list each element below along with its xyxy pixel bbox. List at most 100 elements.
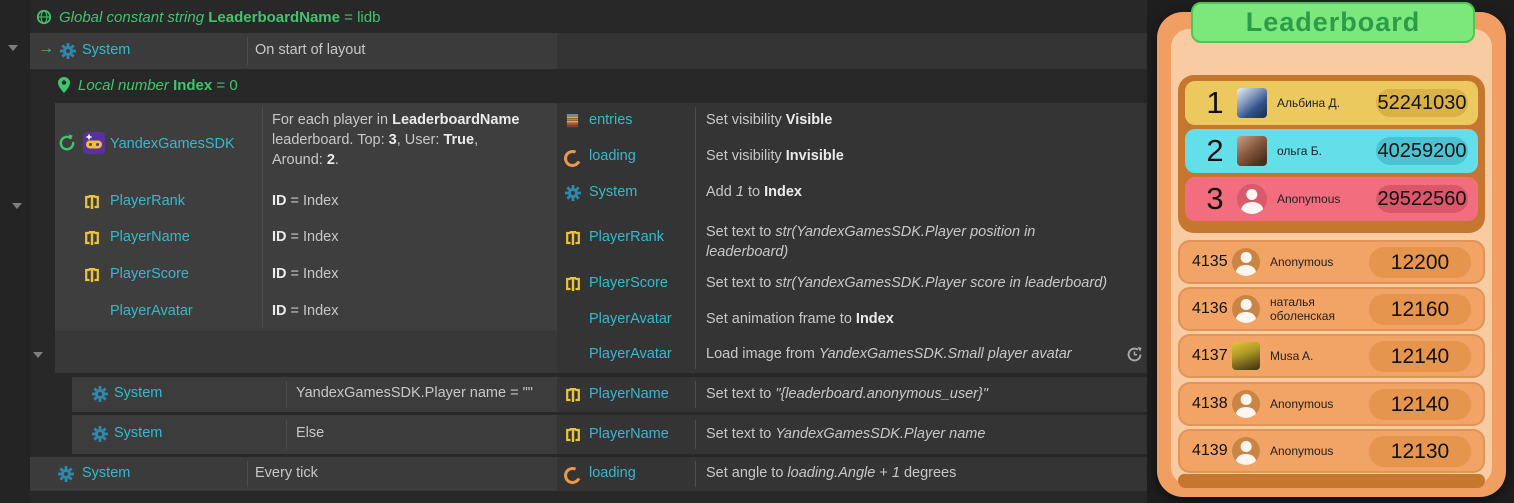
- score-badge: 12130: [1369, 436, 1471, 467]
- text-object-icon: [565, 387, 581, 403]
- condition-text[interactable]: ID = Index: [272, 266, 339, 282]
- foreach-condition-text[interactable]: For each player in LeaderboardName leade…: [272, 110, 552, 170]
- object-name[interactable]: entries: [589, 112, 633, 128]
- rank-number: 1: [1199, 85, 1231, 121]
- text-object-icon: [565, 230, 581, 246]
- event-onstart-condition-block[interactable]: → System On start of layout: [30, 33, 557, 69]
- condition-text[interactable]: YandexGamesSDK.Player name = "": [296, 385, 533, 401]
- condition-text[interactable]: ID = Index: [272, 229, 339, 245]
- action-text[interactable]: Set angle to loading.Angle + 1 degrees: [706, 465, 956, 481]
- rank-number: 4136: [1192, 300, 1232, 318]
- object-name[interactable]: loading: [589, 148, 636, 164]
- player-name: наталья оболенская: [1270, 295, 1369, 323]
- object-name[interactable]: PlayerAvatar: [589, 346, 672, 362]
- text-object-icon: [84, 267, 100, 283]
- collapse-arrow-icon[interactable]: [8, 45, 18, 51]
- system-gear-icon: [58, 466, 74, 482]
- object-name[interactable]: loading: [589, 465, 636, 481]
- rank-number: 4137: [1192, 347, 1232, 365]
- action-text[interactable]: Set text to YandexGamesSDK.Player name: [706, 426, 985, 442]
- subevent-else-actions[interactable]: PlayerName Set text to YandexGamesSDK.Pl…: [557, 415, 1147, 454]
- score-badge: 29522560: [1376, 185, 1468, 213]
- rank-number: 4139: [1192, 442, 1232, 460]
- collapse-arrow-icon[interactable]: [33, 352, 43, 358]
- action-text[interactable]: Set visibility Visible: [706, 112, 832, 128]
- condition-text[interactable]: ID = Index: [272, 303, 339, 319]
- object-name[interactable]: System: [82, 465, 130, 481]
- event-everytick-condition[interactable]: System Every tick: [30, 457, 557, 491]
- object-name[interactable]: PlayerScore: [589, 275, 668, 291]
- anonymous-avatar: [1237, 184, 1267, 214]
- anonymous-avatar: [1232, 437, 1260, 465]
- leaderboard-row-4135: 4135 Anonymous 12200: [1178, 240, 1485, 284]
- action-text[interactable]: Set text to "{leaderboard.anonymous_user…: [706, 386, 988, 402]
- leaderboard-row-4137: 4137 Musa A. 12140: [1178, 334, 1485, 378]
- object-name[interactable]: PlayerName: [110, 229, 190, 245]
- leaderboard-title-badge: Leaderboard: [1191, 2, 1475, 43]
- screenshot-canvas: Global constant string LeaderboardName =…: [0, 0, 1514, 503]
- pin-icon: [57, 76, 71, 94]
- condition-text[interactable]: ID = Index: [272, 193, 339, 209]
- event-sheet-margin: [0, 0, 30, 503]
- action-text[interactable]: Add 1 to Index: [706, 184, 802, 200]
- text-object-icon: [565, 276, 581, 292]
- event-everytick-actions[interactable]: loading Set angle to loading.Angle + 1 d…: [557, 457, 1147, 491]
- rank-number: 2: [1199, 133, 1231, 169]
- score-badge: 52241030: [1376, 89, 1468, 117]
- leaderboard-row-4139: 4139 Anonymous 12130: [1178, 429, 1485, 473]
- action-text[interactable]: Set text to str(YandexGamesSDK.Player po…: [706, 222, 1066, 262]
- local-variable-text: Local number Index = 0: [78, 77, 238, 94]
- object-name[interactable]: PlayerName: [589, 386, 669, 402]
- object-name[interactable]: System: [114, 385, 162, 401]
- async-load-icon: [1126, 346, 1143, 363]
- rank-number: 3: [1199, 181, 1231, 217]
- action-text[interactable]: Set visibility Invisible: [706, 148, 844, 164]
- local-variable-row[interactable]: Local number Index = 0: [57, 74, 238, 96]
- leaderboard-row-4136: 4136 наталья оболенская 12160: [1178, 287, 1485, 331]
- leaderboard-row-2: 2 ольга Б. 40259200: [1185, 129, 1478, 173]
- score-badge: 12200: [1369, 247, 1471, 278]
- global-variable-text: Global constant string LeaderboardName =…: [59, 9, 380, 26]
- object-name[interactable]: PlayerRank: [110, 193, 185, 209]
- player-name: Альбина Д.: [1277, 96, 1340, 110]
- subevent-name-empty-actions[interactable]: PlayerName Set text to "{leaderboard.ano…: [557, 377, 1147, 412]
- object-name[interactable]: PlayerName: [589, 426, 669, 442]
- condition-text[interactable]: On start of layout: [255, 42, 365, 58]
- player-name: Anonymous: [1270, 255, 1333, 269]
- text-object-icon: [84, 230, 100, 246]
- player-name: Anonymous: [1277, 192, 1340, 206]
- player-name: Musa A.: [1270, 349, 1313, 363]
- subevent-else-condition[interactable]: System Else: [72, 415, 557, 454]
- object-name[interactable]: PlayerAvatar: [589, 311, 672, 327]
- system-gear-icon: [92, 386, 108, 402]
- player-avatar: [1237, 136, 1267, 166]
- foreach-block-footer: [55, 331, 557, 373]
- score-badge: 12140: [1369, 341, 1471, 372]
- foreach-loop-icon: [57, 133, 77, 153]
- action-text[interactable]: Set animation frame to Index: [706, 311, 894, 327]
- object-name[interactable]: PlayerRank: [589, 229, 664, 245]
- collapse-arrow-icon[interactable]: [12, 203, 22, 209]
- object-name[interactable]: System: [589, 184, 637, 200]
- object-name[interactable]: System: [114, 425, 162, 441]
- object-name[interactable]: PlayerAvatar: [110, 303, 193, 319]
- rank-number: 4138: [1192, 395, 1232, 413]
- action-text[interactable]: Load image from YandexGamesSDK.Small pla…: [706, 346, 1072, 362]
- object-name[interactable]: YandexGamesSDK: [110, 136, 235, 152]
- score-badge: 12140: [1369, 389, 1471, 420]
- subevent-name-empty-condition[interactable]: System YandexGamesSDK.Player name = "": [72, 377, 557, 412]
- next-container-peek: [1178, 474, 1485, 488]
- global-variable-row[interactable]: Global constant string LeaderboardName =…: [36, 6, 380, 28]
- object-name[interactable]: PlayerScore: [110, 266, 189, 282]
- leaderboard-top3-container: 1 Альбина Д. 52241030 2 ольга Б. 4025920…: [1178, 75, 1485, 233]
- globe-icon: [36, 9, 52, 25]
- condition-text[interactable]: Every tick: [255, 465, 318, 481]
- action-text[interactable]: Set text to str(YandexGamesSDK.Player sc…: [706, 275, 1107, 291]
- condition-text[interactable]: Else: [296, 425, 324, 441]
- anonymous-avatar: [1232, 295, 1260, 323]
- leaderboard-title: Leaderboard: [1246, 7, 1421, 38]
- player-name: ольга Б.: [1277, 144, 1322, 158]
- leaderboard-row-4138: 4138 Anonymous 12140: [1178, 382, 1485, 426]
- event-onstart-action-area[interactable]: [557, 33, 1147, 69]
- object-name[interactable]: System: [82, 42, 130, 58]
